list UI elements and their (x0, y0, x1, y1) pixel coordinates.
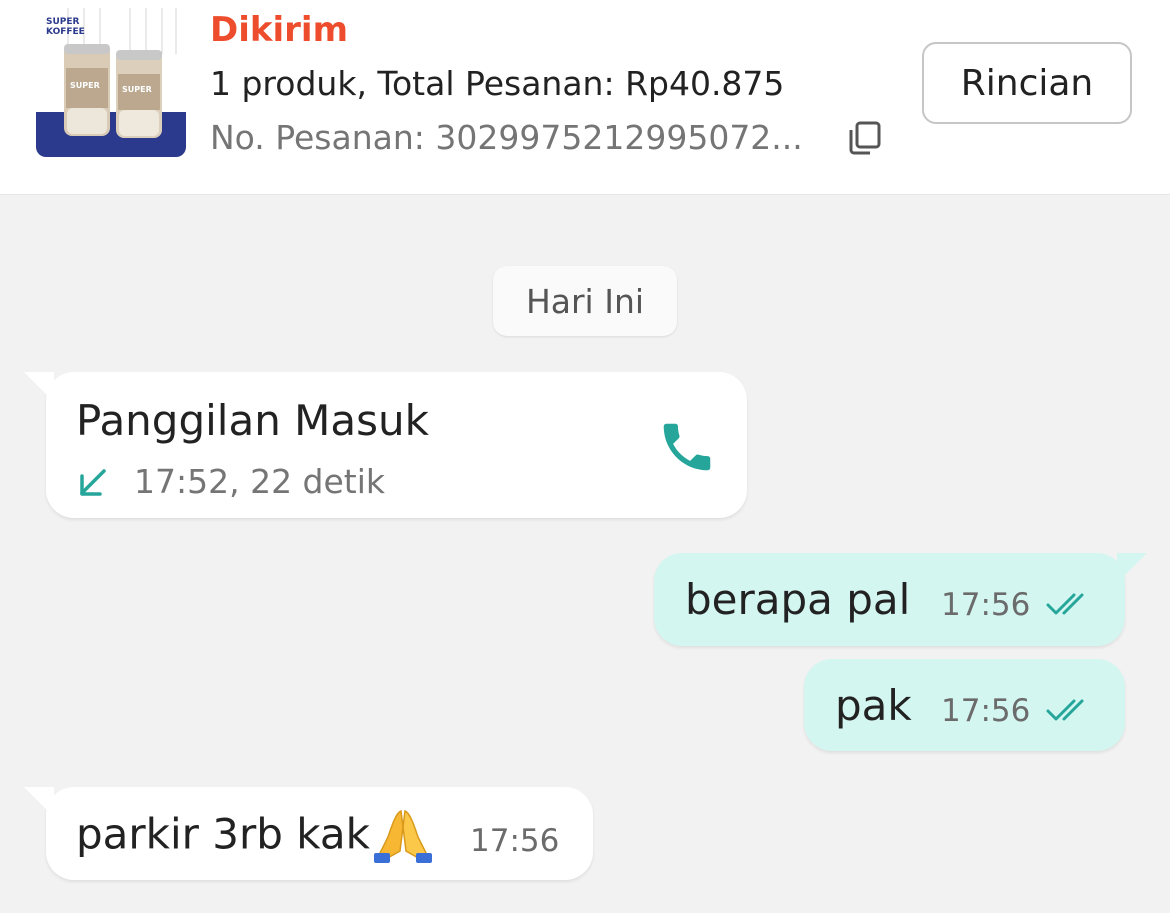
phone-icon[interactable] (656, 416, 718, 478)
message-text-content: parkir 3rb kak (76, 809, 370, 859)
bubble-tail (1117, 553, 1147, 583)
order-status: Dikirim (210, 10, 348, 50)
outgoing-message-bubble[interactable]: pak 17:56 (804, 659, 1125, 751)
double-check-icon (1046, 589, 1096, 619)
incoming-call-arrow-icon (76, 466, 110, 500)
product-image: SUPER KOFFEE SUPER SUPER (36, 8, 186, 157)
details-button[interactable]: Rincian (922, 42, 1132, 124)
order-number: No. Pesanan: 3029975212995072... (210, 118, 803, 157)
copy-icon[interactable] (846, 120, 882, 156)
message-text: parkir 3rb kak (76, 807, 434, 867)
message-time: 17:56 (941, 587, 1031, 623)
message-text: berapa pal (685, 575, 911, 624)
date-separator: Hari Ini (493, 266, 677, 336)
incoming-call-bubble[interactable]: Panggilan Masuk 17:52, 22 detik (24, 372, 747, 518)
svg-text:KOFFEE: KOFFEE (46, 27, 85, 37)
call-meta: 17:52, 22 detik (134, 462, 386, 501)
svg-text:SUPER: SUPER (122, 85, 152, 94)
bubble-tail (24, 372, 54, 402)
outgoing-message-bubble[interactable]: berapa pal 17:56 (654, 553, 1147, 646)
product-thumbnail[interactable]: SUPER KOFFEE SUPER SUPER (36, 8, 186, 157)
folded-hands-emoji-icon (372, 807, 434, 867)
message-time: 17:56 (941, 693, 1031, 729)
bubble-tail (24, 787, 54, 817)
call-title: Panggilan Masuk (76, 396, 429, 445)
order-header: SUPER KOFFEE SUPER SUPER Dikirim 1 produ… (0, 0, 1170, 195)
message-text: pak (835, 681, 912, 730)
svg-text:SUPER: SUPER (46, 17, 80, 27)
double-check-icon (1046, 695, 1096, 725)
svg-text:SUPER: SUPER (70, 81, 100, 90)
message-time: 17:56 (470, 823, 560, 859)
incoming-message-bubble[interactable]: parkir 3rb kak 17:56 (24, 787, 593, 880)
order-summary: 1 produk, Total Pesanan: Rp40.875 (210, 64, 785, 103)
